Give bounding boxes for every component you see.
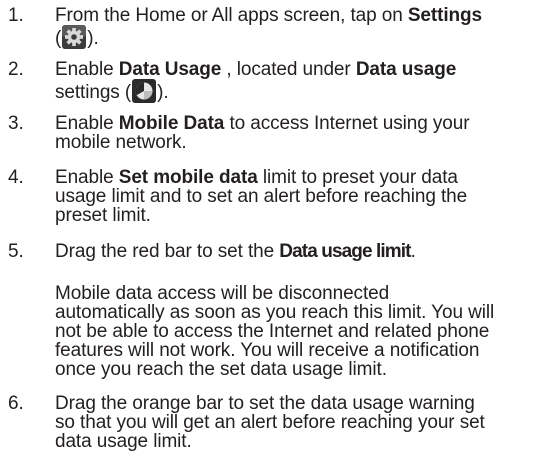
step-line: Drag the orange bar to set the data usag… — [55, 393, 475, 414]
step-number: 6. — [8, 393, 24, 414]
step-line: Enable Data Usage , located under Data u… — [55, 59, 457, 80]
settings-term: Settings — [407, 5, 483, 26]
step-line: mobile network. — [55, 132, 187, 153]
step-number: 4. — [8, 167, 24, 188]
note-body: Mobile data access will be disconnected … — [55, 284, 494, 379]
step-line: Enable Mobile Data to access Internet us… — [55, 113, 470, 134]
note-line: once you reach the set data usage limit. — [55, 359, 387, 380]
mobile-data-term: Mobile Data — [118, 113, 225, 134]
step-body: Drag the red bar to set the Data usage l… — [55, 242, 416, 261]
step-body: Drag the orange bar to set the data usag… — [55, 394, 485, 451]
note-line: not be able to access the Internet and r… — [55, 321, 490, 342]
data-usage-limit-term: Data usage limit — [279, 241, 411, 262]
step-line: preset limit. — [55, 205, 151, 226]
data-usage-icon — [132, 79, 157, 103]
step-line: From the Home or All apps screen, tap on… — [55, 5, 483, 26]
note-line: automatically as soon as you reach this … — [55, 302, 495, 323]
step-line: Enable Set mobile data limit to preset y… — [55, 167, 458, 188]
set-mobile-data-term: Set mobile data — [118, 167, 258, 188]
step-body: Enable Set mobile data limit to preset y… — [55, 168, 467, 225]
step-body: From the Home or All apps screen, tap on… — [55, 5, 483, 49]
step-line: ( ). — [55, 25, 482, 49]
step-line: settings ( ). — [55, 79, 456, 103]
step-number: 2. — [8, 59, 24, 80]
step-number: 5. — [8, 241, 24, 262]
data-usage-settings-term: Data usage — [355, 59, 457, 80]
step-body: Enable Mobile Data to access Internet us… — [55, 113, 470, 153]
note-line: Mobile data access will be disconnected — [55, 283, 390, 304]
step-number: 3. — [8, 113, 24, 134]
step-number: 1. — [8, 5, 24, 26]
note-line: features will not work. You will receive… — [55, 340, 480, 361]
step-line: data usage limit. — [55, 431, 192, 452]
data-usage-term: Data Usage — [118, 59, 222, 80]
step-line: usage limit and to set an alert before r… — [55, 186, 468, 207]
settings-gear-icon — [62, 25, 87, 49]
step-line: so that you will get an alert before rea… — [55, 412, 485, 433]
step-line: Drag the red bar to set the Data usage l… — [55, 241, 416, 262]
step-body: Enable Data Usage , located under Data u… — [55, 59, 457, 103]
instruction-page: 1. From the Home or All apps screen, tap… — [0, 0, 546, 465]
